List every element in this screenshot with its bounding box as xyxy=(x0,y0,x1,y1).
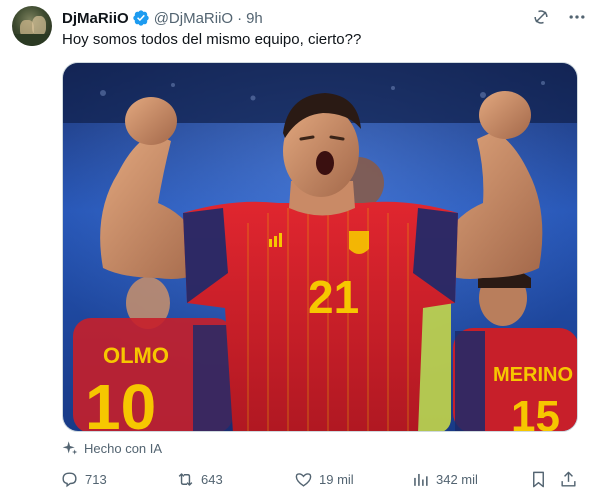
retweet-button[interactable]: 643 xyxy=(176,466,223,492)
reply-count: 713 xyxy=(85,471,107,487)
ai-generated-label[interactable]: Hecho con IA xyxy=(62,440,162,456)
grok-icon xyxy=(531,7,551,27)
retweet-count: 643 xyxy=(201,471,223,487)
reply-button[interactable]: 713 xyxy=(60,466,107,492)
reply-icon xyxy=(60,470,79,489)
views-count: 342 mil xyxy=(436,471,478,487)
share-icon xyxy=(559,470,578,489)
verified-badge-icon xyxy=(132,9,150,27)
more-button[interactable] xyxy=(566,6,588,28)
bookmark-icon xyxy=(529,470,548,489)
like-button[interactable]: 19 mil xyxy=(294,466,354,492)
retweet-icon xyxy=(176,470,195,489)
bg-player-left-number: 10 xyxy=(85,371,156,432)
views-icon xyxy=(411,470,430,489)
bg-player-left-name: OLMO xyxy=(103,343,169,368)
author-name[interactable]: DjMaRiiO xyxy=(62,10,129,27)
ai-label-text: Hecho con IA xyxy=(84,440,163,456)
main-player-number: 21 xyxy=(308,271,359,323)
bg-player-right-number: 15 xyxy=(511,392,560,432)
more-icon xyxy=(567,7,587,27)
views-button[interactable]: 342 mil xyxy=(411,466,478,492)
avatar[interactable] xyxy=(12,6,52,46)
tweet-media-image[interactable]: OLMO 10 MERINO 15 21 xyxy=(62,62,578,432)
bg-player-right-name: MERINO xyxy=(493,364,573,386)
share-button[interactable] xyxy=(559,466,578,492)
tweet-header: DjMaRiiO @DjMaRiiO · 9h xyxy=(62,8,263,28)
tweet-actions-bar: 713 643 19 mil 342 mil xyxy=(56,466,584,492)
tweet-top-actions xyxy=(530,6,588,28)
tweet-text: Hoy somos todos del mismo equipo, cierto… xyxy=(62,31,362,48)
sparkle-icon xyxy=(62,440,78,456)
grok-button[interactable] xyxy=(530,6,552,28)
like-icon xyxy=(294,470,313,489)
tweet-timestamp[interactable]: 9h xyxy=(246,10,263,27)
bookmark-button[interactable] xyxy=(529,466,548,492)
like-count: 19 mil xyxy=(319,471,354,487)
separator-dot: · xyxy=(237,9,243,27)
tweet-card[interactable]: DjMaRiiO @DjMaRiiO · 9h Hoy somos todos … xyxy=(0,0,600,502)
author-handle[interactable]: @DjMaRiiO xyxy=(154,10,233,27)
